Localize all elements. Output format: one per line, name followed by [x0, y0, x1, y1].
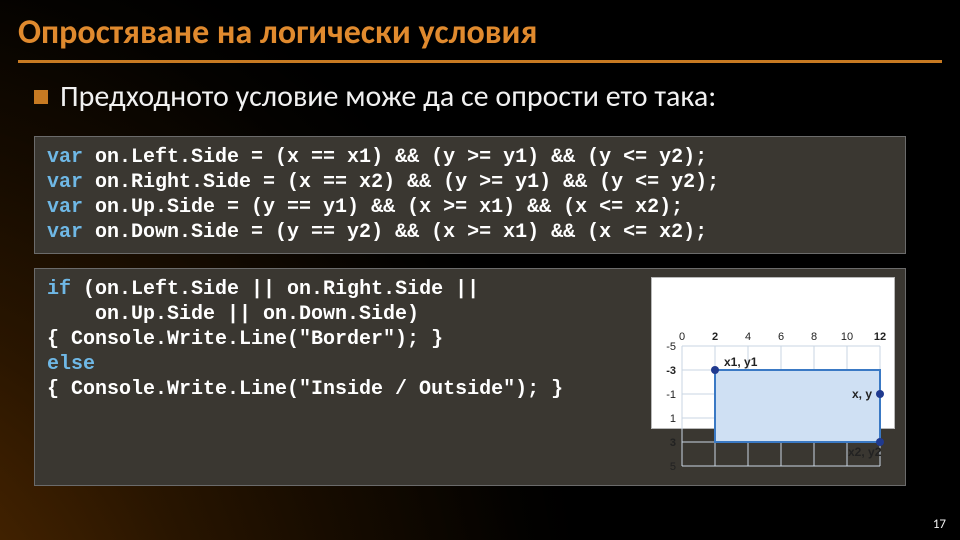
y-tick: 3	[670, 437, 676, 449]
x-tick: 8	[811, 331, 817, 343]
slide: Опростяване на логически условия Предход…	[0, 0, 960, 540]
title-underline	[18, 60, 942, 63]
code-line: (on.Left.Side || on.Right.Side ||	[71, 278, 479, 301]
x-tick: 2	[712, 331, 718, 343]
code-line: on.Down.Side = (y == y2) && (x >= x1) &&…	[83, 221, 707, 244]
code-line: { Console.Write.Line("Inside / Outside")…	[47, 378, 563, 401]
code-line: on.Right.Side = (x == x2) && (y >= y1) &…	[83, 171, 719, 194]
code-line: on.Up.Side || on.Down.Side)	[47, 303, 419, 326]
keyword-else: else	[47, 353, 95, 376]
bullet-text: Предходното условие може да се опрости е…	[60, 78, 716, 116]
x-tick: 4	[745, 331, 751, 343]
point-right	[876, 390, 884, 398]
y-tick: 5	[670, 461, 676, 473]
keyword-var: var	[47, 146, 83, 169]
slide-title: Опростяване на логически условия	[18, 12, 537, 53]
keyword-var: var	[47, 171, 83, 194]
code-line: { Console.Write.Line("Border"); }	[47, 328, 443, 351]
coordinate-diagram: 0 2 4 6 8 10 12 -5 -3 -1 1 3	[651, 277, 895, 429]
keyword-var: var	[47, 196, 83, 219]
code-block-2: if (on.Left.Side || on.Right.Side || on.…	[34, 268, 906, 486]
y-tick: 1	[670, 413, 676, 425]
keyword-var: var	[47, 221, 83, 244]
code-block-1: var on.Left.Side = (x == x1) && (y >= y1…	[34, 136, 906, 254]
slide-body: Предходното условие може да се опрости е…	[34, 78, 934, 486]
y-tick: -3	[666, 365, 676, 377]
y-tick: -5	[666, 341, 676, 353]
label-x2y2: x2, y2	[848, 445, 882, 459]
x-tick: 12	[874, 331, 886, 343]
y-tick: -1	[666, 389, 676, 401]
label-x1y1: x1, y1	[724, 355, 758, 369]
point-top-left	[711, 366, 719, 374]
x-tick: 6	[778, 331, 784, 343]
bullet-icon	[34, 90, 48, 104]
bullet-item: Предходното условие може да се опрости е…	[34, 78, 934, 116]
x-tick: 0	[679, 331, 685, 343]
page-number: 17	[933, 517, 946, 532]
label-xy: x, y	[852, 387, 872, 401]
keyword-if: if	[47, 278, 71, 301]
code-line: on.Left.Side = (x == x1) && (y >= y1) &&…	[83, 146, 707, 169]
x-tick: 10	[841, 331, 853, 343]
diagram-rect	[715, 370, 880, 442]
code-line: on.Up.Side = (y == y1) && (x >= x1) && (…	[83, 196, 683, 219]
diagram-svg: 0 2 4 6 8 10 12 -5 -3 -1 1 3	[652, 328, 894, 478]
